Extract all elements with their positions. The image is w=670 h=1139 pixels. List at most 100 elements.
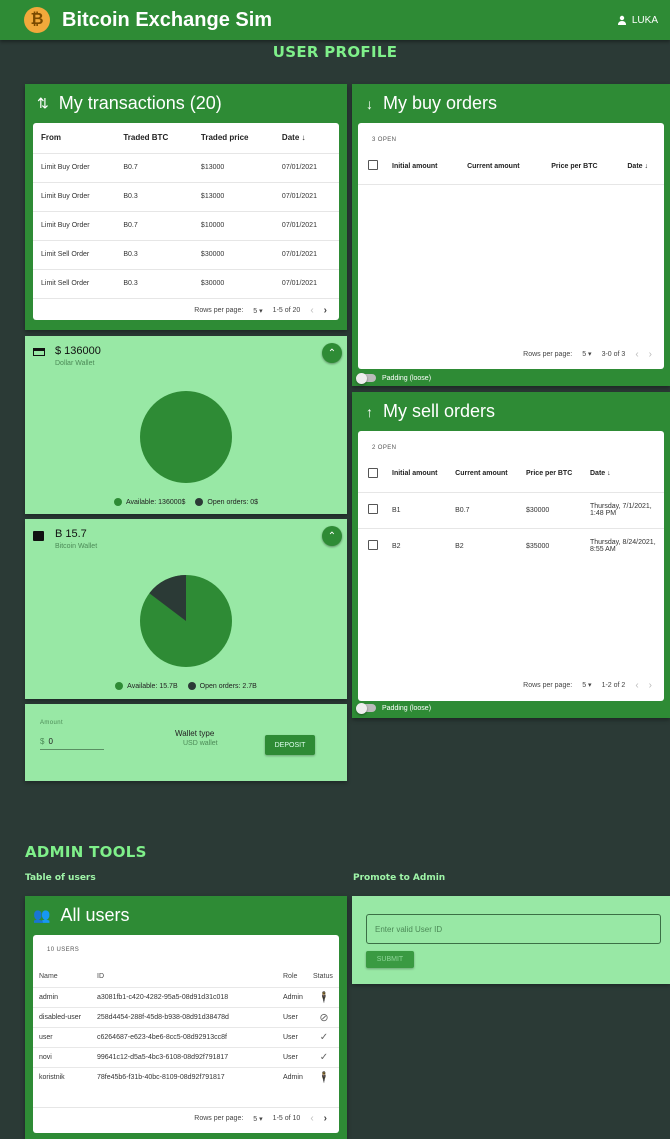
col-initial-amount[interactable]: Initial amount: [386, 148, 461, 184]
row-checkbox-cell: [358, 491, 386, 528]
legend-available: Available: 15.7B: [127, 682, 178, 690]
cell-role: User: [279, 1006, 309, 1027]
col-traded-btc[interactable]: Traded BTC: [115, 123, 193, 153]
next-page-icon[interactable]: ›: [649, 680, 652, 691]
col-date[interactable]: Date ↓: [274, 123, 339, 153]
arrow-up-icon: ↑: [366, 403, 373, 420]
next-page-icon[interactable]: ›: [324, 1113, 327, 1124]
user-id-input[interactable]: Enter valid User ID: [366, 914, 661, 944]
collapse-chevron-icon[interactable]: ⌃: [322, 343, 342, 363]
prev-page-icon[interactable]: ‹: [635, 349, 638, 360]
rows-per-page-value: 5: [582, 351, 587, 358]
admin-icon: 🕴: [309, 986, 339, 1007]
pagination: Rows per page: 5 ▾ 3-0 of 3 ‹ ›: [358, 345, 664, 363]
rows-per-page-value: 5: [253, 1115, 258, 1123]
rows-per-page-select[interactable]: 5 ▾: [253, 1115, 262, 1123]
table-row[interactable]: user c6264687-e623-4be6-8cc5-08d92913cc8…: [33, 1026, 339, 1047]
deposit-button[interactable]: DEPOSIT: [265, 735, 315, 755]
admin-icon: 🕴: [309, 1066, 339, 1087]
col-price-per-btc[interactable]: Price per BTC: [520, 456, 584, 492]
table-row: Limit Buy Order B0.7 $10000 07/01/2021: [33, 210, 339, 240]
select-all-checkbox[interactable]: [368, 467, 378, 478]
switch-knob: [356, 702, 367, 714]
table-row[interactable]: koristnik 78fe45b6-f31b-40bc-8109-08d92f…: [33, 1066, 339, 1087]
cell-btc: B0.7: [115, 152, 193, 182]
rows-per-page-label: Rows per page:: [194, 307, 244, 314]
rows-per-page-select[interactable]: 5 ▾: [582, 350, 591, 358]
prev-page-icon[interactable]: ‹: [635, 680, 638, 691]
legend-dot-open: [187, 682, 196, 690]
rows-per-page-select[interactable]: 5 ▾: [582, 681, 591, 689]
cell-from: Limit Sell Order: [33, 239, 116, 269]
table-row[interactable]: novi 99641c12-d5a5-4bc3-6108-08d92f79181…: [33, 1046, 339, 1067]
bitcoin-amount: B 15.7: [55, 528, 87, 540]
row-checkbox[interactable]: [368, 504, 378, 514]
page-range: 1-5 of 10: [272, 1115, 301, 1122]
next-page-icon[interactable]: ›: [324, 305, 327, 316]
prev-page-icon[interactable]: ‹: [310, 1113, 313, 1124]
divider: [358, 184, 664, 185]
select-all-cell: [358, 148, 386, 184]
col-id[interactable]: ID: [93, 967, 279, 987]
row-checkbox[interactable]: [368, 540, 378, 551]
table-row[interactable]: B1 B0.7 $30000 Thursday, 7/1/2021, 1:48 …: [358, 491, 664, 528]
disabled-icon: ⊘: [309, 1006, 339, 1027]
table-header-row: Initial amount Current amount Price per …: [358, 148, 664, 184]
wallet-icon: [33, 531, 44, 541]
rows-per-page-select[interactable]: 5 ▾: [253, 307, 262, 315]
user-menu[interactable]: LUKA: [617, 15, 658, 26]
cell-id: 258d4454-288f-45d8-b938-08d91d38478d: [93, 1006, 279, 1027]
rows-per-page-value: 5: [253, 307, 258, 315]
open-count: 3 OPEN: [372, 137, 397, 143]
legend-dot-available: [115, 682, 124, 690]
submit-button[interactable]: SUBMIT: [366, 951, 414, 968]
col-initial-amount[interactable]: Initial amount: [386, 456, 449, 492]
dollar-wallet-panel: $ 136000 Dollar Wallet ⌃ Available: 1360…: [25, 336, 347, 514]
col-price-per-btc[interactable]: Price per BTC: [545, 148, 621, 184]
table-row[interactable]: admin a3081fb1-c420-4282-95a5-08d91d31c0…: [33, 986, 339, 1007]
cell-from: Limit Sell Order: [33, 268, 116, 298]
col-current-amount[interactable]: Current amount: [449, 456, 520, 492]
users-count: 10 USERS: [47, 947, 80, 953]
padding-toggle[interactable]: Padding (loose): [356, 702, 432, 714]
legend-dot-open: [195, 498, 204, 506]
select-all-checkbox[interactable]: [368, 160, 378, 170]
amount-input[interactable]: $ 0: [40, 734, 104, 750]
user-icon: [617, 15, 626, 25]
col-current-amount[interactable]: Current amount: [461, 148, 545, 184]
padding-label: Padding (loose): [382, 704, 432, 712]
cell-price: $35000: [519, 527, 584, 564]
col-date[interactable]: Date ↓: [584, 456, 664, 492]
col-role[interactable]: Role: [279, 967, 309, 987]
bitcoin-logo-icon: ₿: [24, 7, 50, 33]
cell-from: Limit Buy Order: [33, 152, 116, 182]
col-traded-price[interactable]: Traded price: [193, 123, 274, 153]
cell-btc: B0.3: [115, 181, 193, 211]
wallet-type-select[interactable]: USD wallet: [183, 740, 218, 747]
cell-price: $13000: [192, 152, 274, 182]
pagination: Rows per page: 5 ▾ 1-5 of 20 ‹ ›: [33, 298, 339, 322]
bitcoin-legend: Available: 15.7B Open orders: 2.7B: [25, 682, 347, 690]
rows-per-page-label: Rows per page:: [523, 681, 573, 689]
cell-name: user: [33, 1026, 93, 1047]
legend-open: Open orders: 0$: [207, 498, 258, 506]
group-icon: 👥: [33, 907, 51, 923]
table-header-row: From Traded BTC Traded price Date ↓: [33, 123, 339, 153]
user-name: LUKA: [631, 14, 658, 26]
prev-page-icon[interactable]: ‹: [310, 305, 313, 316]
padding-toggle[interactable]: Padding (loose): [356, 372, 431, 384]
dollar-amount: $ 136000: [55, 345, 101, 357]
app-bar: ₿ Bitcoin Exchange Sim LUKA: [0, 0, 670, 40]
col-name[interactable]: Name: [33, 967, 93, 987]
bitcoin-wallet-panel: B 15.7 Bitcoin Wallet ⌃ Available: 15.7B…: [25, 519, 347, 699]
table-row[interactable]: disabled-user 258d4454-288f-45d8-b938-08…: [33, 1006, 339, 1027]
sell-orders-header: ↑ My sell orders: [366, 401, 495, 422]
col-from[interactable]: From: [33, 123, 115, 153]
table-row[interactable]: B2 B2 $35000 Thursday, 8/24/2021, 8:55 A…: [358, 527, 664, 564]
next-page-icon[interactable]: ›: [649, 349, 652, 360]
currency-symbol: $: [40, 737, 45, 746]
col-status[interactable]: Status: [309, 967, 339, 987]
col-date[interactable]: Date ↓: [621, 148, 664, 184]
collapse-chevron-icon[interactable]: ⌃: [322, 526, 342, 546]
deposit-panel: Amount $ 0 Wallet type USD wallet DEPOSI…: [25, 704, 347, 781]
